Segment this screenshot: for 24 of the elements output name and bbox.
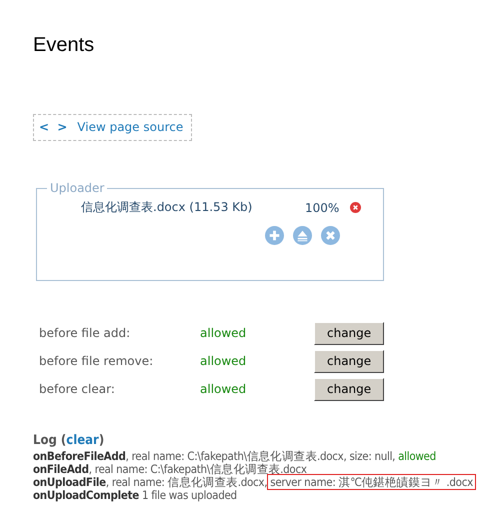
upload-icon[interactable] — [293, 226, 312, 245]
log-entry: onBeforeFileAdd, real name: C:\fakepath\信息化调查表.docx, size: null, allowed — [33, 450, 437, 463]
file-name: 信息化调查表.docx (11.53 Kb) — [81, 199, 254, 216]
uploader-legend: Uploader — [47, 181, 108, 195]
upload-percent: 100% — [305, 200, 340, 214]
log-title: Log ( — [33, 433, 66, 448]
setting-label: before file remove: — [39, 354, 154, 368]
change-button[interactable]: change — [314, 350, 384, 372]
setting-value: allowed — [200, 326, 246, 340]
add-icon[interactable] — [265, 226, 284, 245]
clear-link[interactable]: clear — [66, 433, 99, 448]
page-title: Events — [33, 33, 96, 58]
close-icon[interactable] — [321, 226, 340, 245]
remove-icon[interactable] — [350, 202, 361, 213]
change-button[interactable]: change — [314, 322, 384, 344]
log-title: ) — [98, 433, 104, 448]
setting-label: before clear: — [39, 382, 115, 396]
view-source-link[interactable]: < > View page source — [33, 114, 192, 141]
log-entry: onUploadComplete 1 file was uploaded — [33, 489, 238, 502]
setting-value: allowed — [200, 382, 246, 396]
setting-value: allowed — [200, 354, 246, 368]
setting-label: before file add: — [39, 326, 130, 340]
log-entry: onFileAdd, real name: C:\fakepath\信息化调查表.docx — [33, 463, 308, 476]
change-button[interactable]: change — [314, 378, 384, 400]
